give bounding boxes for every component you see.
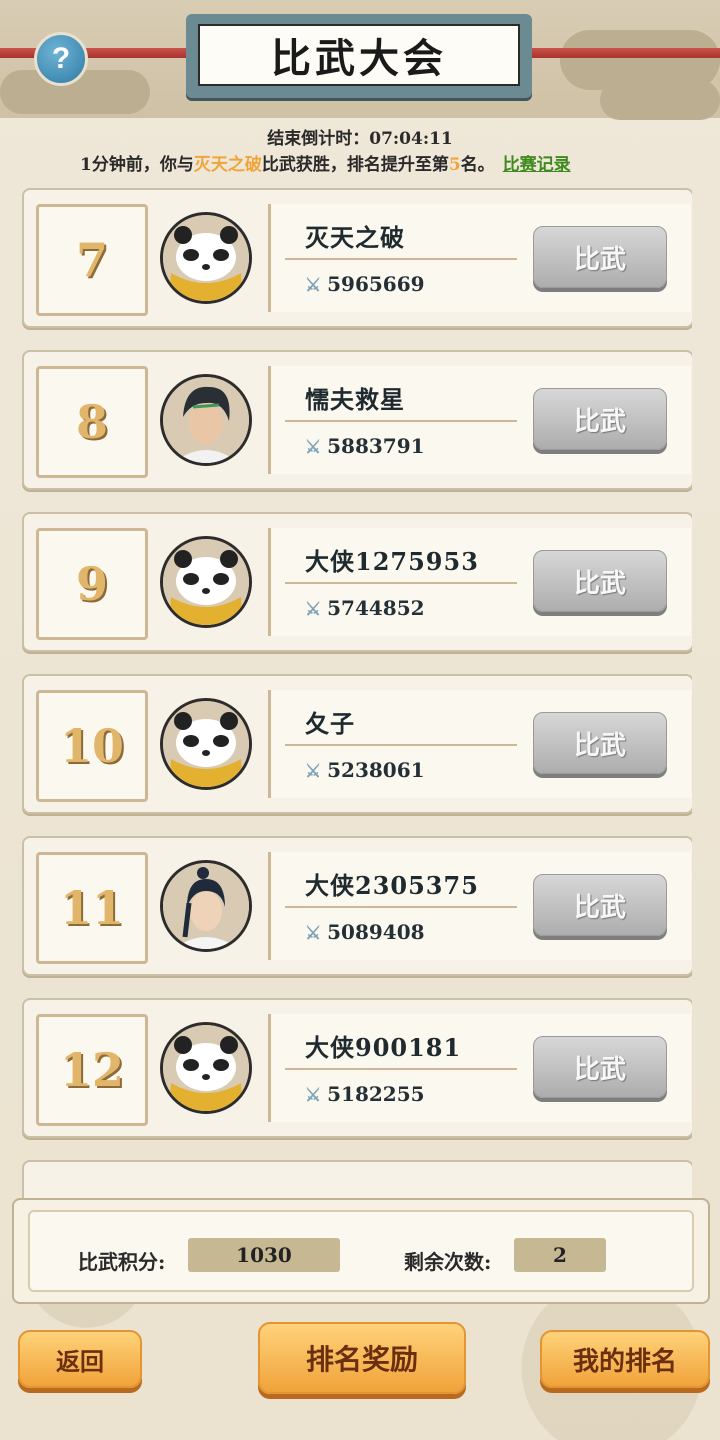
power-value: 5965669 bbox=[327, 272, 425, 296]
notice-prefix: 1分钟前，你与 bbox=[80, 155, 194, 175]
notice-opponent: 灭天之破 bbox=[193, 155, 262, 175]
player-name: 夂子 bbox=[305, 709, 355, 738]
title-board: 比武大会 bbox=[186, 14, 532, 98]
remaining-label: 剩余次数: bbox=[404, 1250, 492, 1274]
power-value: 5182255 bbox=[327, 1082, 425, 1106]
my-ranking-button[interactable]: 我的排名 bbox=[540, 1330, 710, 1388]
crossed-swords-icon: ⚔ bbox=[305, 1085, 322, 1106]
player-row: 12 大侠900181 ⚔ 5182255 比武 bbox=[22, 998, 692, 1138]
player-power: ⚔ 5182255 bbox=[305, 1082, 425, 1106]
match-record-link[interactable]: 比赛记录 bbox=[503, 155, 571, 175]
battle-notice: 1分钟前，你与灭天之破比武获胜，排名提升至第5名。 比赛记录 bbox=[80, 150, 680, 175]
player-avatar bbox=[160, 536, 252, 628]
player-avatar bbox=[160, 860, 252, 952]
player-name: 大侠900181 bbox=[305, 1033, 462, 1062]
countdown-time: 07:04:11 bbox=[369, 129, 453, 149]
page-title: 比武大会 bbox=[198, 24, 520, 86]
player-avatar bbox=[160, 1022, 252, 1114]
crossed-swords-icon: ⚔ bbox=[305, 437, 322, 458]
player-power: ⚔ 5744852 bbox=[305, 596, 425, 620]
challenge-button[interactable]: 比武 bbox=[533, 712, 667, 774]
player-row: 11 大侠2305375 ⚔ 5089408 比武 bbox=[22, 836, 692, 976]
remaining-value: 2 bbox=[514, 1238, 606, 1272]
challenge-button[interactable]: 比武 bbox=[533, 1036, 667, 1098]
player-info: 夂子 ⚔ 5238061 比武 bbox=[268, 690, 691, 798]
player-info: 大侠1275953 ⚔ 5744852 比武 bbox=[268, 528, 691, 636]
player-name: 大侠1275953 bbox=[305, 547, 479, 576]
player-power: ⚔ 5238061 bbox=[305, 758, 425, 782]
player-power: ⚔ 5965669 bbox=[305, 272, 425, 296]
swordsman-avatar-icon bbox=[163, 377, 249, 463]
panda-avatar-icon bbox=[163, 539, 249, 625]
rank-number: 8 bbox=[36, 366, 148, 478]
rank-number: 11 bbox=[36, 852, 148, 964]
crossed-swords-icon: ⚔ bbox=[305, 761, 322, 782]
points-label: 比武积分: bbox=[78, 1250, 166, 1274]
challenge-button[interactable]: 比武 bbox=[533, 874, 667, 936]
power-value: 5238061 bbox=[327, 758, 425, 782]
player-info: 灭天之破 ⚔ 5965669 比武 bbox=[268, 204, 691, 312]
score-panel: 比武积分: 1030 剩余次数: 2 bbox=[12, 1198, 710, 1304]
power-value: 5883791 bbox=[327, 434, 425, 458]
crossed-swords-icon: ⚔ bbox=[305, 599, 322, 620]
player-power: ⚔ 5883791 bbox=[305, 434, 425, 458]
player-info: 大侠2305375 ⚔ 5089408 比武 bbox=[268, 852, 691, 960]
countdown-label: 结束倒计时： bbox=[267, 129, 370, 149]
points-value: 1030 bbox=[188, 1238, 340, 1272]
player-row: 7 灭天之破 ⚔ 5965669 比武 bbox=[22, 188, 692, 328]
rank-number: 12 bbox=[36, 1014, 148, 1126]
player-avatar bbox=[160, 374, 252, 466]
player-info: 懦夫救星 ⚔ 5883791 比武 bbox=[268, 366, 691, 474]
swordswoman-avatar-icon bbox=[163, 863, 249, 949]
panda-avatar-icon bbox=[163, 701, 249, 787]
player-avatar bbox=[160, 212, 252, 304]
ranking-rewards-button[interactable]: 排名奖励 bbox=[258, 1322, 466, 1394]
player-info: 大侠900181 ⚔ 5182255 比武 bbox=[268, 1014, 691, 1122]
notice-suffix: 名。 bbox=[460, 155, 495, 175]
notice-rank: 5 bbox=[448, 155, 461, 175]
player-row: 8 懦夫救星 ⚔ 5883791 比武 bbox=[22, 350, 692, 490]
power-value: 5089408 bbox=[327, 920, 425, 944]
crossed-swords-icon: ⚔ bbox=[305, 275, 322, 296]
player-power: ⚔ 5089408 bbox=[305, 920, 425, 944]
rank-number: 10 bbox=[36, 690, 148, 802]
challenge-button[interactable]: 比武 bbox=[533, 226, 667, 288]
player-avatar bbox=[160, 698, 252, 790]
panda-avatar-icon bbox=[163, 1025, 249, 1111]
challenge-button[interactable]: 比武 bbox=[533, 550, 667, 612]
player-name: 懦夫救星 bbox=[305, 385, 405, 414]
player-row-partial bbox=[22, 1160, 692, 1198]
challenge-button[interactable]: 比武 bbox=[533, 388, 667, 450]
notice-middle: 比武获胜，排名提升至第 bbox=[261, 155, 449, 175]
power-value: 5744852 bbox=[327, 596, 425, 620]
crossed-swords-icon: ⚔ bbox=[305, 923, 322, 944]
player-name: 大侠2305375 bbox=[305, 871, 479, 900]
rank-number: 7 bbox=[36, 204, 148, 316]
countdown: 结束倒计时：07:04:11 bbox=[0, 124, 720, 149]
player-name: 灭天之破 bbox=[305, 223, 405, 252]
back-button[interactable]: 返回 bbox=[18, 1330, 142, 1388]
help-button[interactable]: ? bbox=[34, 32, 88, 86]
rank-number: 9 bbox=[36, 528, 148, 640]
player-row: 9 大侠1275953 ⚔ 5744852 比武 bbox=[22, 512, 692, 652]
help-icon: ? bbox=[51, 42, 71, 75]
player-row: 10 夂子 ⚔ 5238061 比武 bbox=[22, 674, 692, 814]
ranking-list[interactable]: 7 灭天之破 ⚔ 5965669 比武 8 懦夫救星 ⚔ 5883791 比武 9 … bbox=[22, 188, 692, 1198]
panda-avatar-icon bbox=[163, 215, 249, 301]
